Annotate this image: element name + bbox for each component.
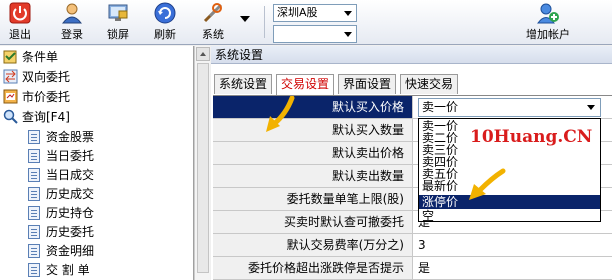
tree-item-history-positions[interactable]: 历史持仓: [28, 204, 94, 222]
document-icon: [28, 168, 40, 182]
secondary-select[interactable]: [273, 25, 357, 43]
annotation-arrow-icon: [266, 96, 295, 132]
tree-item-label: 当日委托: [46, 149, 95, 163]
tree-item-label: 条件单: [22, 50, 59, 64]
refresh-label: 刷新: [154, 28, 176, 41]
chevron-down-icon[interactable]: [584, 100, 598, 115]
tree-scrollbar[interactable]: [194, 46, 210, 280]
market-select[interactable]: 深圳A股: [273, 4, 357, 22]
lock-screen-label: 锁屏: [107, 28, 129, 41]
default-buy-price-select[interactable]: 卖一价: [418, 98, 601, 117]
scroll-up-icon[interactable]: [196, 47, 210, 61]
setting-name: 默认卖出数量: [213, 165, 413, 187]
setting-name: 买卖时默认查可撤委托: [213, 211, 413, 233]
tree-item-label: 历史持仓: [46, 206, 95, 220]
toolbar: 退出 登录 锁屏 刷新 系统 深圳A股 增加帐户: [0, 0, 612, 45]
tree-item-label: 交 割 单: [46, 263, 90, 277]
setting-name: 默认买入价格: [213, 96, 413, 118]
function-tree: 条件单 双向委托 市价委托 查询[F4] 资金股票 当日委托 当日成交 历史成交…: [0, 46, 194, 280]
system-menu-arrow[interactable]: [240, 16, 250, 22]
add-user-icon: [537, 3, 559, 24]
swap-icon: [3, 69, 18, 84]
system-button[interactable]: 系统: [193, 2, 233, 42]
setting-name: 默认交易费率(万分之): [213, 234, 413, 256]
tree-item-history-orders[interactable]: 历史委托: [28, 223, 94, 241]
tab-system-settings[interactable]: 系统设置: [214, 74, 273, 94]
tree-item-label: 资金股票: [46, 130, 95, 144]
setting-row[interactable]: 委托价格超出涨跌停是否提示 是: [213, 257, 612, 280]
annotation-arrow-icon: [469, 168, 506, 200]
setting-name: 默认卖出价格: [213, 142, 413, 164]
tree-item-two-way-order[interactable]: 双向委托: [3, 68, 70, 86]
setting-name: 委托数量单笔上限(股): [213, 188, 413, 210]
refresh-button[interactable]: 刷新: [145, 2, 185, 42]
add-account-label: 增加帐户: [526, 28, 570, 41]
document-icon: [28, 263, 40, 277]
power-icon: [9, 2, 31, 24]
chevron-down-icon[interactable]: [341, 27, 355, 41]
tree-item-funds-stocks[interactable]: 资金股票: [28, 128, 94, 146]
tree-item-label: 历史委托: [46, 225, 95, 239]
document-icon: [28, 244, 40, 258]
refresh-icon: [154, 2, 176, 24]
market-order-icon: [3, 89, 18, 104]
scrollbar-thumb[interactable]: [197, 63, 209, 273]
document-icon: [28, 187, 40, 201]
tools-icon: [203, 3, 223, 23]
tree-item-label: 当日成交: [46, 168, 95, 182]
exit-label: 退出: [9, 28, 31, 41]
lock-screen-icon: [108, 4, 128, 21]
tree-item-delivery-slip[interactable]: 交 割 单: [28, 261, 90, 279]
setting-name: 默认买入数量: [213, 119, 413, 141]
tab-quick-trade[interactable]: 快速交易: [400, 74, 459, 94]
tree-item-today-trades[interactable]: 当日成交: [28, 166, 94, 184]
exit-button[interactable]: 退出: [0, 2, 40, 42]
setting-row[interactable]: 默认交易费率(万分之) 3: [213, 234, 612, 257]
tree-item-fund-details[interactable]: 资金明细: [28, 242, 94, 260]
setting-value: 是: [418, 261, 431, 275]
dropdown-option[interactable]: 最新价: [419, 179, 600, 193]
watermark-text: 10Huang.CN: [470, 127, 593, 147]
tree-item-query[interactable]: 查询[F4]: [3, 108, 70, 126]
login-button[interactable]: 登录: [52, 2, 92, 42]
document-icon: [28, 225, 40, 239]
tree-item-label: 查询[F4]: [22, 110, 70, 124]
setting-name: 委托价格超出涨跌停是否提示: [213, 257, 413, 279]
document-icon: [28, 149, 40, 163]
lock-screen-button[interactable]: 锁屏: [98, 2, 138, 42]
tree-item-label: 历史成交: [46, 187, 95, 201]
default-buy-price-value: 卖一价: [422, 100, 459, 114]
clipboard-icon: [3, 50, 17, 64]
dropdown-option[interactable]: 空: [419, 209, 600, 221]
tree-item-history-trades[interactable]: 历史成交: [28, 185, 94, 203]
tree-item-conditional-order[interactable]: 条件单: [3, 48, 58, 66]
document-icon: [28, 206, 40, 220]
magnifier-icon: [3, 109, 18, 124]
tree-item-label: 市价委托: [22, 90, 71, 104]
chevron-down-icon[interactable]: [341, 6, 355, 20]
toolbar-separator: [264, 6, 265, 38]
document-icon: [28, 130, 40, 144]
login-label: 登录: [61, 28, 83, 41]
tab-interface-settings[interactable]: 界面设置: [338, 74, 397, 94]
system-label: 系统: [202, 28, 224, 41]
user-icon: [61, 3, 83, 24]
tree-item-market-order[interactable]: 市价委托: [3, 88, 70, 106]
panel-title: 系统设置: [211, 46, 612, 64]
tree-item-label: 资金明细: [46, 244, 95, 258]
market-select-value: 深圳A股: [277, 6, 318, 19]
tree-item-today-orders[interactable]: 当日委托: [28, 147, 94, 165]
setting-value: 3: [418, 238, 426, 252]
dropdown-option-highlighted[interactable]: 涨停价: [419, 195, 600, 209]
add-account-button[interactable]: 增加帐户: [520, 2, 576, 42]
tab-trade-settings[interactable]: 交易设置: [276, 74, 335, 95]
tree-item-label: 双向委托: [22, 70, 71, 84]
